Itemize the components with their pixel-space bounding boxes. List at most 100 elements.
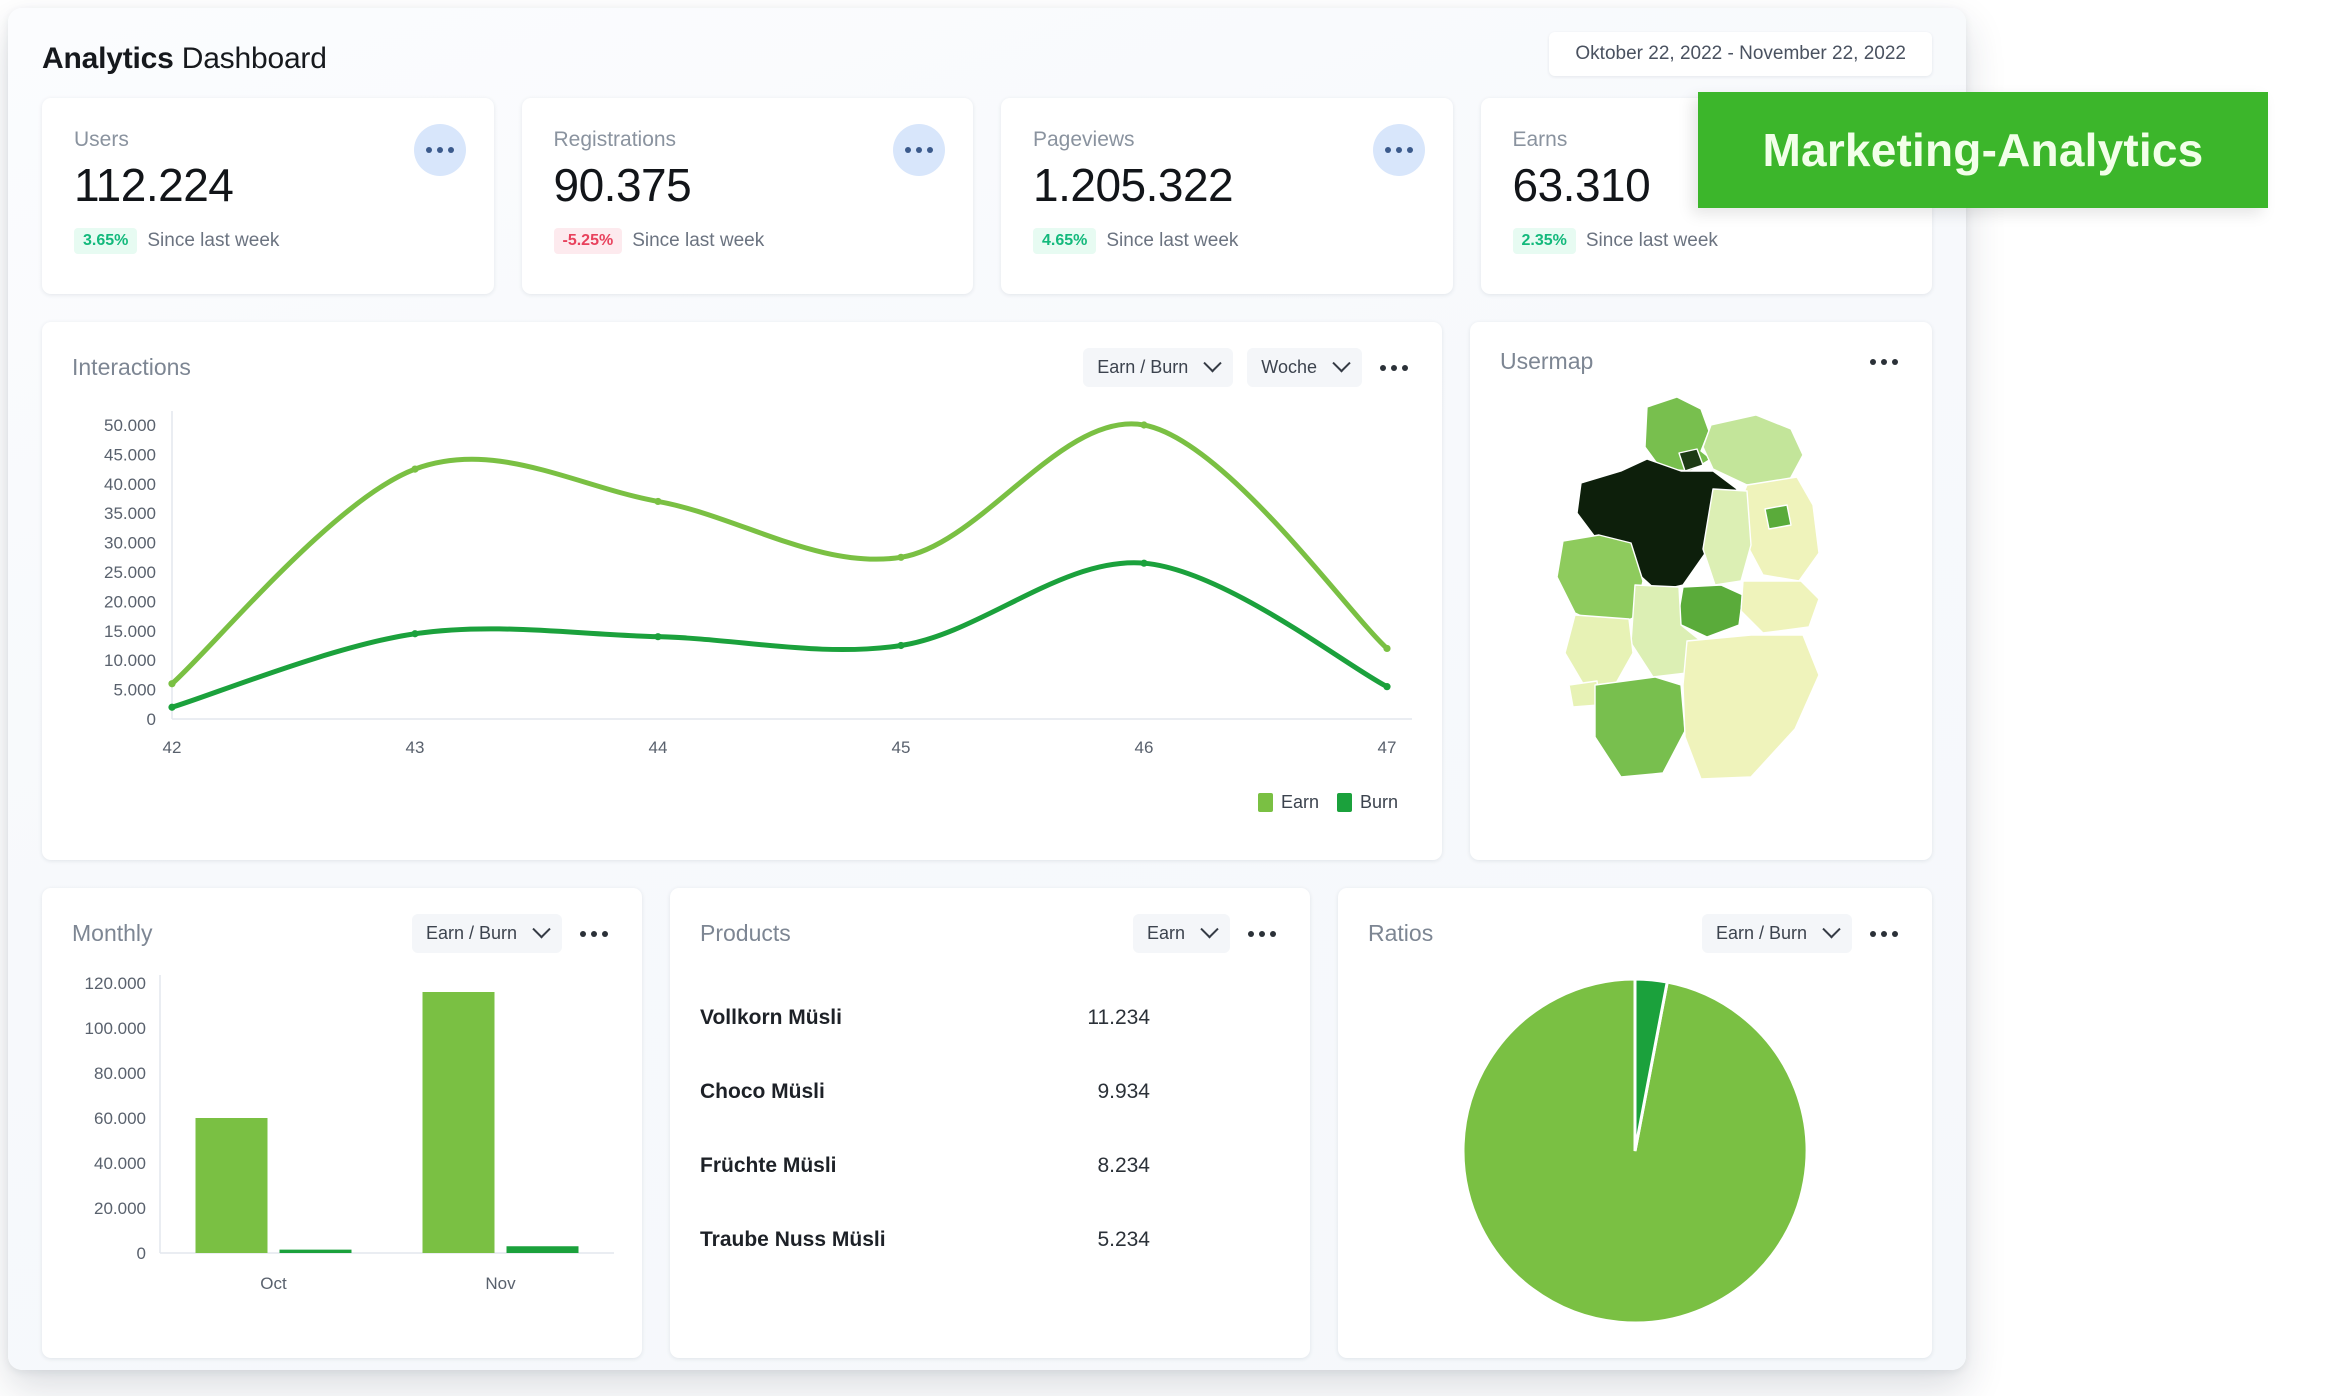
- kpi-row: Users 112.224 3.65% Since last week Regi…: [42, 98, 1932, 294]
- product-name: Vollkorn Müsli: [700, 1006, 842, 1029]
- usermap-panel: Usermap: [1470, 322, 1932, 860]
- kpi-label: Users: [74, 128, 129, 151]
- kpi-label: Registrations: [553, 128, 677, 151]
- product-name: Choco Müsli: [700, 1080, 825, 1103]
- kpi-since-label: Since last week: [147, 230, 280, 251]
- dot-icon: [436, 147, 443, 153]
- panel-title: Ratios: [1368, 920, 1434, 946]
- list-item[interactable]: Traube Nuss Müsli 5.234: [700, 1203, 1280, 1277]
- ratios-pie-container: [1338, 953, 1932, 1331]
- more-options-button[interactable]: [1244, 925, 1280, 943]
- metric-select[interactable]: Earn / Burn: [411, 914, 562, 953]
- svg-text:60.000: 60.000: [94, 1109, 146, 1128]
- dashboard-header: Analytics Dashboard Oktober 22, 2022 - N…: [42, 30, 1932, 88]
- period-select[interactable]: Woche: [1247, 348, 1362, 387]
- metric-select[interactable]: Earn / Burn: [1701, 914, 1852, 953]
- page-title: Analytics Dashboard: [42, 42, 327, 76]
- svg-text:45.000: 45.000: [104, 445, 156, 464]
- status-badge: 4.65%: [1033, 228, 1097, 254]
- dot-icon: [905, 147, 911, 153]
- chevron-down-icon: [1203, 354, 1222, 373]
- svg-text:20.000: 20.000: [94, 1199, 146, 1218]
- panel-tools: Earn / Burn: [411, 914, 612, 953]
- kpi-label: Pageviews: [1033, 128, 1135, 151]
- more-options-button[interactable]: [1866, 925, 1902, 943]
- svg-text:40.000: 40.000: [94, 1154, 146, 1173]
- legend-item-earn: Earn: [1257, 792, 1319, 813]
- panel-tools: Earn / Burn: [1701, 914, 1902, 953]
- kpi-since-label: Since last week: [1106, 230, 1239, 251]
- status-badge: 3.65%: [74, 228, 138, 254]
- metric-select-value: Earn: [1146, 923, 1185, 943]
- interactions-line-chart: 0 5.000 10.000 15.000 20.000 25.000 30.000 35.0…: [42, 387, 1442, 817]
- more-options-button[interactable]: [1866, 353, 1902, 371]
- ratios-pie-chart: [1461, 977, 1809, 1325]
- metric-select[interactable]: Earn / Burn: [1083, 348, 1234, 387]
- panel-title: Monthly: [72, 920, 153, 946]
- list-item[interactable]: Früchte Müsli 8.234: [700, 1129, 1280, 1203]
- panel-tools: Earn / Burn Woche: [1083, 348, 1412, 387]
- svg-text:20.000: 20.000: [104, 592, 156, 611]
- germany-map-container: [1470, 375, 1932, 795]
- ratios-panel: Ratios Earn / Burn: [1338, 888, 1932, 1358]
- kpi-footer: 4.65% Since last week: [1033, 228, 1421, 254]
- dot-icon: [1395, 147, 1402, 153]
- more-options-button[interactable]: [1376, 359, 1412, 377]
- dot-icon: [1870, 358, 1876, 365]
- more-options-button[interactable]: [576, 925, 612, 943]
- svg-text:44: 44: [649, 738, 668, 757]
- more-options-button[interactable]: [413, 124, 466, 176]
- dot-icon: [1892, 930, 1898, 937]
- svg-text:0: 0: [137, 1244, 146, 1263]
- more-options-button[interactable]: [893, 124, 945, 176]
- period-select-value: Woche: [1261, 357, 1317, 377]
- panel-title: Usermap: [1500, 348, 1594, 374]
- product-value: 5.234: [1097, 1228, 1150, 1251]
- legend-label: Earn: [1280, 792, 1319, 812]
- kpi-card-registrations: Registrations 90.375 -5.25% Since last w…: [521, 98, 973, 294]
- svg-text:5.000: 5.000: [113, 681, 156, 700]
- kpi-value: 90.375: [553, 159, 692, 211]
- dot-icon: [1406, 147, 1413, 153]
- dot-icon: [1259, 930, 1265, 937]
- chevron-down-icon: [532, 920, 551, 939]
- kpi-value: 1.205.322: [1033, 159, 1234, 211]
- panel-tools: Earn: [1132, 914, 1280, 953]
- date-range-picker[interactable]: Oktober 22, 2022 - November 22, 2022: [1549, 32, 1932, 76]
- list-item[interactable]: Choco Müsli 9.934: [700, 1055, 1280, 1129]
- svg-text:Nov: Nov: [485, 1274, 516, 1293]
- panel-title: Interactions: [72, 354, 191, 380]
- banner-label: Marketing-Analytics: [1762, 124, 2204, 176]
- more-options-button[interactable]: [1372, 124, 1425, 176]
- dot-icon: [1892, 358, 1898, 365]
- dot-icon: [1870, 930, 1876, 937]
- legend-swatch-earn: [1257, 793, 1273, 812]
- kpi-footer: 3.65% Since last week: [74, 228, 462, 254]
- svg-text:45: 45: [892, 738, 911, 757]
- chevron-down-icon: [1822, 920, 1841, 939]
- dot-icon: [447, 147, 454, 153]
- product-value: 11.234: [1087, 1006, 1150, 1029]
- chart-legend: Earn Burn: [1257, 792, 1398, 813]
- dot-icon: [1270, 930, 1276, 937]
- marketing-analytics-banner: Marketing-Analytics: [1698, 92, 2268, 208]
- kpi-footer: 2.35% Since last week: [1512, 228, 1901, 254]
- svg-text:46: 46: [1135, 738, 1154, 757]
- middle-row: Interactions Earn / Burn Woche 0 5.000 1…: [42, 322, 1932, 860]
- metric-select-value: Earn / Burn: [1097, 357, 1189, 377]
- kpi-footer: -5.25% Since last week: [553, 228, 942, 254]
- svg-text:42: 42: [163, 738, 182, 757]
- interactions-header: Interactions Earn / Burn Woche: [42, 322, 1442, 387]
- metric-select-value: Earn / Burn: [1715, 923, 1807, 943]
- svg-text:30.000: 30.000: [104, 534, 156, 553]
- panel-tools: [1866, 353, 1902, 371]
- metric-select[interactable]: Earn: [1132, 914, 1230, 953]
- dot-icon: [1402, 364, 1408, 371]
- legend-label: Burn: [1359, 792, 1398, 812]
- chevron-down-icon: [1200, 920, 1219, 939]
- status-badge: -5.25%: [553, 228, 623, 254]
- usermap-header: Usermap: [1470, 322, 1932, 375]
- screenshot-root: Analytics Dashboard Oktober 22, 2022 - N…: [0, 0, 2333, 1396]
- list-item[interactable]: Vollkorn Müsli 11.234: [700, 981, 1280, 1055]
- panel-title: Products: [700, 920, 791, 946]
